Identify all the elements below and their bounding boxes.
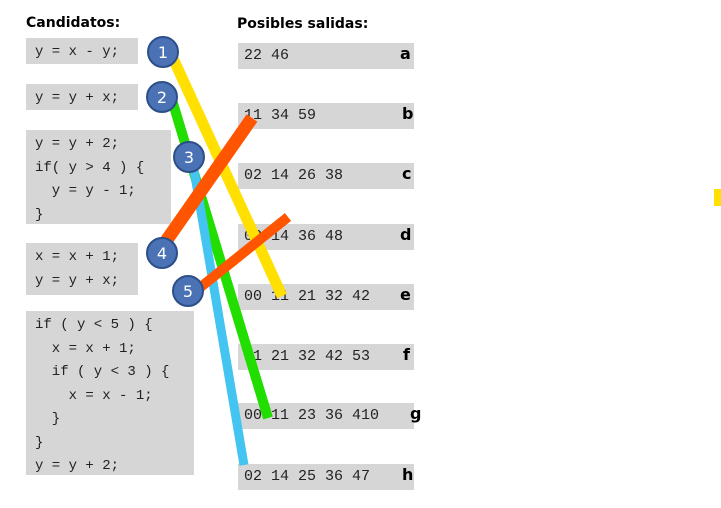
badge-number: 4	[157, 244, 167, 263]
stray-mark	[714, 189, 721, 206]
badge-number: 3	[184, 148, 194, 167]
badge-3: 3	[173, 141, 205, 173]
badge-number: 5	[183, 282, 193, 301]
badge-1: 1	[147, 36, 179, 68]
badge-number: 1	[158, 43, 168, 62]
badge-number: 2	[157, 88, 167, 107]
matching-lines: 1 2 3 4 5	[146, 36, 721, 466]
badge-5: 5	[172, 275, 204, 307]
badge-4: 4	[146, 237, 178, 269]
badge-2: 2	[146, 81, 178, 113]
